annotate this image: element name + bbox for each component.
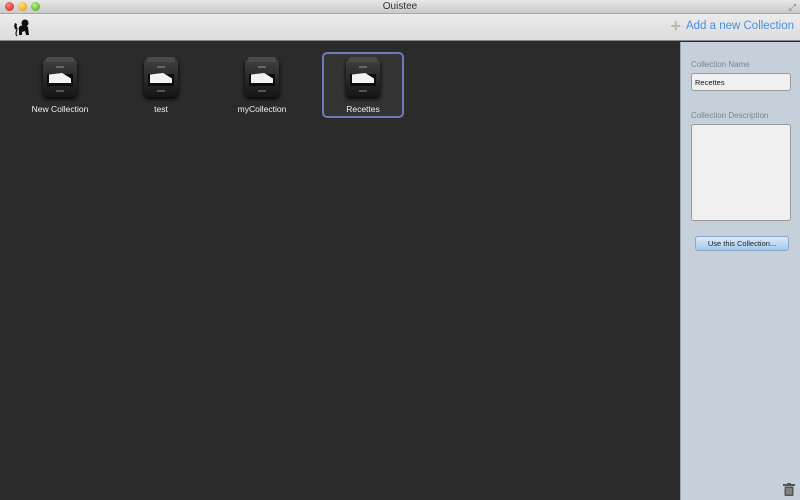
collection-name: New Collection xyxy=(31,104,89,114)
title-bar: Ouistee ⤢ xyxy=(0,0,800,14)
fullscreen-icon[interactable]: ⤢ xyxy=(789,2,796,13)
use-collection-button[interactable]: Use this Collection... xyxy=(695,236,789,251)
file-cabinet-icon xyxy=(43,57,77,97)
collection-item-selected[interactable]: Recettes xyxy=(322,52,404,118)
collection-description-label: Collection Description xyxy=(691,111,769,120)
collection-name: myCollection xyxy=(237,104,287,114)
collection-item[interactable]: test xyxy=(120,52,202,118)
collection-name-label: Collection Name xyxy=(691,60,750,69)
toolbar: + Add a new Collection xyxy=(0,14,800,41)
collection-item[interactable]: New Collection xyxy=(19,52,101,118)
collection-details-panel: Collection Name Collection Description U… xyxy=(680,42,800,500)
collection-item[interactable]: myCollection xyxy=(221,52,303,118)
collections-grid: New Collection test myCollection Recette… xyxy=(0,42,680,500)
monkey-icon xyxy=(14,19,29,37)
plus-icon: + xyxy=(670,16,681,36)
collection-name-field[interactable] xyxy=(691,73,791,91)
trash-icon[interactable] xyxy=(783,483,795,496)
add-collection-label: Add a new Collection xyxy=(685,20,794,32)
collection-name: test xyxy=(154,104,168,114)
window-title: Ouistee xyxy=(382,1,418,12)
add-collection-button[interactable]: + Add a new Collection xyxy=(670,16,794,36)
collection-description-field[interactable] xyxy=(691,124,791,221)
file-cabinet-icon xyxy=(346,57,380,97)
file-cabinet-icon xyxy=(245,57,279,97)
file-cabinet-icon xyxy=(144,57,178,97)
collection-name: Recettes xyxy=(346,104,380,114)
